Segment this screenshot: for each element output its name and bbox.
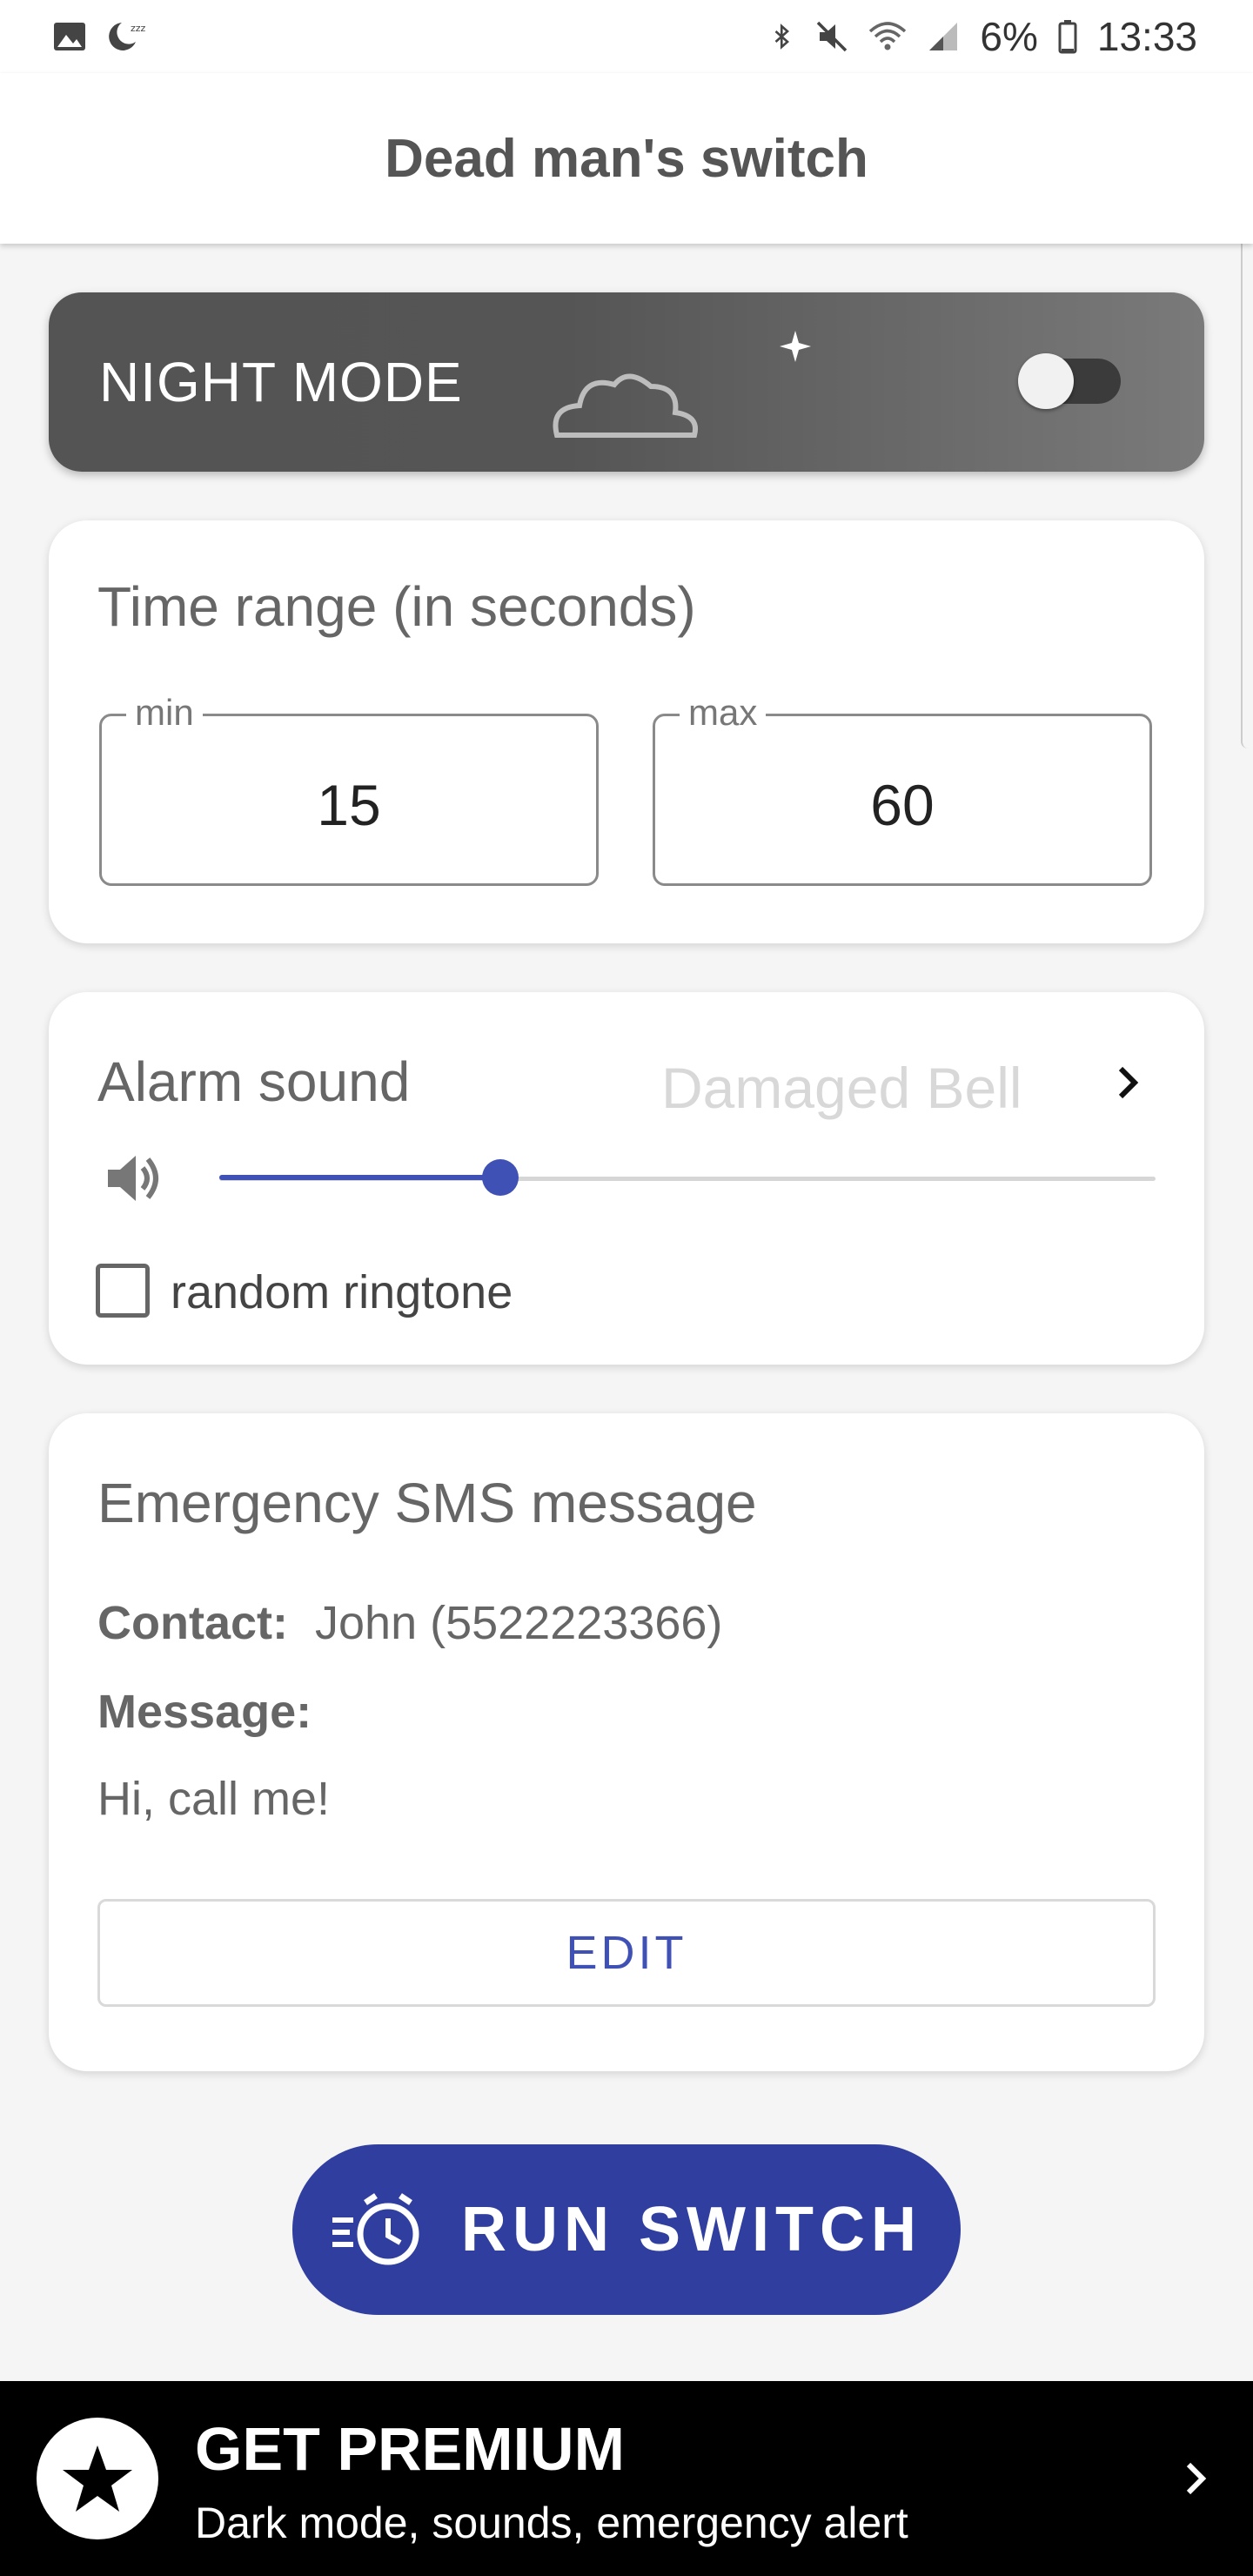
premium-subtitle: Dark mode, sounds, emergency alert (195, 2499, 908, 2547)
status-time: 13:33 (1096, 14, 1197, 59)
min-label: min (126, 692, 203, 734)
chevron-right-icon[interactable] (1173, 2456, 1218, 2501)
time-range-card: Time range (in seconds) min 15 max 60 (49, 520, 1204, 943)
night-mode-toggle[interactable] (1018, 353, 1121, 409)
status-bar: zzz 6% 13:33 (0, 0, 1253, 73)
status-left: zzz (52, 19, 148, 54)
min-value: 15 (317, 773, 381, 837)
random-ringtone-checkbox[interactable] (96, 1264, 150, 1318)
cloud-moon-icon (553, 331, 811, 457)
alarm-sound-title: Alarm sound (97, 1050, 411, 1113)
max-value: 60 (870, 773, 935, 837)
premium-title: GET PREMIUM (195, 2415, 625, 2483)
wifi-icon (869, 22, 907, 50)
night-mode-label: NIGHT MODE (99, 351, 463, 413)
edit-button[interactable]: EDIT (97, 1899, 1156, 2007)
message-label: Message: (97, 1686, 312, 1738)
message-value: Hi, call me! (97, 1773, 331, 1825)
max-label: max (680, 692, 767, 734)
alarm-sound-name[interactable]: Damaged Bell (661, 1055, 1022, 1121)
premium-banner[interactable]: GET PREMIUM Dark mode, sounds, emergency… (0, 2381, 1253, 2576)
app-bar: Dead man's switch (0, 73, 1253, 244)
signal-icon (929, 23, 958, 50)
random-ringtone-label: random ringtone (171, 1266, 513, 1318)
svg-text:zzz: zzz (131, 23, 146, 34)
emergency-sms-card: Emergency SMS message Contact: John (552… (49, 1413, 1204, 2071)
alarm-sound-card: Alarm sound Damaged Bell random ringtone (49, 992, 1204, 1365)
contact-label: Contact: (97, 1597, 288, 1649)
run-switch-button[interactable]: RUN SWITCH (292, 2144, 961, 2315)
slider-thumb[interactable] (481, 1159, 519, 1196)
bluetooth-icon (775, 23, 790, 50)
battery-percent: 6% (980, 14, 1038, 59)
status-right: 6% 13:33 (769, 13, 1197, 60)
chevron-right-icon[interactable] (1103, 1058, 1152, 1107)
star-icon (63, 2445, 132, 2512)
volume-icon (108, 1156, 158, 1201)
min-field[interactable]: min 15 (99, 692, 599, 886)
message-row: Message: (97, 1685, 312, 1739)
time-range-title: Time range (in seconds) (97, 575, 696, 638)
contact-row: Contact: John (5522223366) (97, 1596, 722, 1650)
max-field[interactable]: max 60 (653, 692, 1152, 886)
alarm-clock-icon (332, 2193, 419, 2265)
image-icon (54, 23, 85, 50)
battery-icon (1058, 20, 1077, 54)
toggle-knob (1018, 353, 1074, 409)
scroll-edge-indicator (1241, 218, 1253, 748)
page-title: Dead man's switch (385, 128, 868, 189)
slider-fill (219, 1175, 500, 1180)
night-mode-card[interactable]: NIGHT MODE (49, 292, 1204, 472)
run-switch-label: RUN SWITCH (461, 2195, 922, 2264)
mute-icon (817, 21, 848, 52)
sleep-icon: zzz (109, 23, 146, 50)
volume-slider[interactable] (219, 1159, 1156, 1196)
premium-badge (37, 2418, 158, 2539)
contact-value: John (5522223366) (315, 1597, 723, 1649)
sms-title: Emergency SMS message (97, 1472, 757, 1534)
